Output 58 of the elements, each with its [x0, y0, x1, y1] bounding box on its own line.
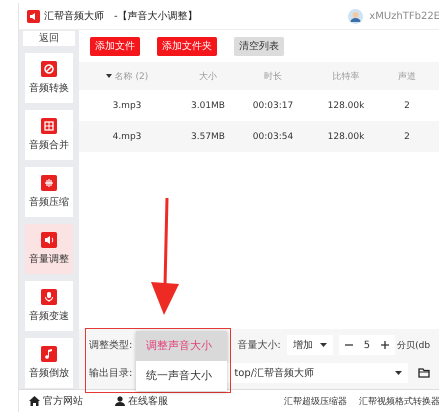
app-title: 汇帮音频大师	[44, 10, 104, 23]
speaker-icon	[41, 232, 57, 248]
clear-button[interactable]: 清空列表	[234, 36, 284, 56]
number-stepper[interactable]: 5	[338, 335, 396, 355]
mode-dropdown[interactable]: 增加	[286, 335, 333, 355]
sidebar-item[interactable]: 音频合并	[25, 110, 73, 160]
footer-link[interactable]: 官方网站	[43, 394, 83, 408]
sidebar-label: 音频倒放	[29, 366, 69, 380]
table-cell-text: 3.mp3	[112, 100, 142, 110]
sidebar-item[interactable]: 音频变速	[25, 281, 73, 331]
sidebar-label: 音频合并	[29, 138, 69, 152]
sidebar-item[interactable]: 音量调整	[25, 224, 73, 274]
waveform-icon	[41, 175, 57, 191]
sidebar-label: 音频变速	[29, 310, 69, 323]
dropdown-value: 增加	[292, 338, 313, 352]
table-cell-text: 3.57MB	[190, 132, 226, 142]
add-button[interactable]: 添加文件夹	[157, 36, 217, 56]
table-cell-text: 128.00k	[326, 132, 366, 142]
caret-icon	[395, 371, 402, 375]
user-name: xMUzhTFb22E	[369, 10, 439, 22]
table-cell-text: 00:03:17	[252, 100, 294, 110]
table-cell-text: 128.00k	[326, 100, 366, 110]
dropdown-option[interactable]: 统一声音大小	[136, 361, 227, 391]
sidebar-label: 音量调整	[29, 252, 69, 266]
sort-caret-icon	[106, 74, 112, 78]
stepper-value: 5	[364, 340, 370, 350]
path-text: top/汇帮音频大师	[234, 366, 314, 380]
page-title: -【声音大小调整】	[114, 10, 198, 23]
house-icon	[29, 396, 40, 406]
music-note-icon	[41, 346, 57, 362]
field-label: 音量大小:	[237, 338, 281, 352]
footer-link[interactable]: 汇帮超级压缩器	[284, 394, 347, 408]
sidebar-item[interactable]: 音频压缩	[25, 167, 73, 217]
speaker-logo-icon	[27, 10, 40, 22]
sidebar-item[interactable]: 音频倒放	[25, 338, 73, 388]
person-icon	[115, 396, 125, 406]
column-label: 名称 (2)	[114, 70, 148, 82]
grid-icon	[41, 118, 57, 134]
table-cell-text: 2	[403, 100, 411, 110]
back-button[interactable]: 返回	[23, 31, 75, 46]
table-row[interactable]: 4.mp3 3.57MB 00:03:54 128.00k 2	[79, 121, 439, 152]
add-button[interactable]: 添加文件	[90, 36, 140, 56]
table-cell-text: 4.mp3	[112, 132, 142, 142]
table-cell-text: 2	[403, 132, 411, 142]
unit-label: 分贝(db	[397, 340, 430, 352]
sidebar-label: 音频压缩	[29, 196, 69, 209]
folder-icon[interactable]	[418, 368, 430, 378]
field-label: 调整类型:	[89, 338, 132, 352]
footer-link[interactable]: 在线客服	[128, 394, 168, 408]
table-cell-text: 00:03:54	[252, 132, 294, 142]
table-cell-text: 3.01MB	[190, 100, 226, 110]
field-label: 输出目录:	[89, 366, 132, 380]
avatar-icon	[348, 8, 364, 24]
microphone-icon	[41, 289, 57, 305]
sidebar-item[interactable]: 音频转换	[25, 53, 73, 103]
plus-icon	[381, 341, 390, 349]
sidebar-label: 音频转换	[29, 82, 69, 95]
caret-icon	[320, 343, 327, 347]
